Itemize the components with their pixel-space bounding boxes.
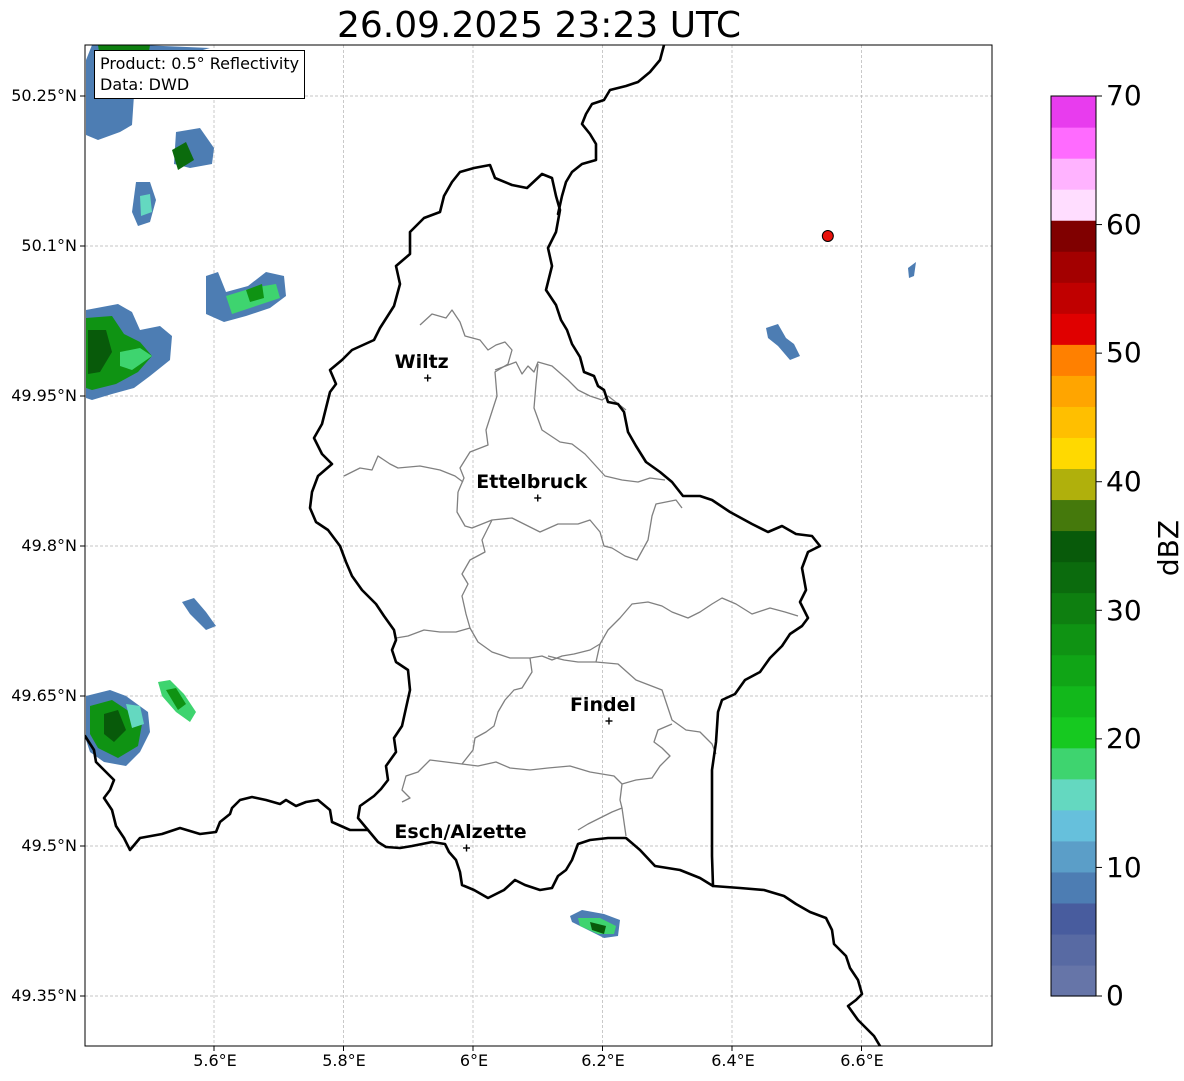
colorbar-segment — [1051, 251, 1096, 283]
canton-boundary — [456, 491, 683, 561]
colorbar-tick-60: 60 — [1106, 208, 1142, 241]
colorbar-tick-0: 0 — [1106, 979, 1124, 1012]
lon-label-6: 6°E — [459, 1051, 489, 1070]
colorbar-segment — [1051, 840, 1096, 873]
lon-label-6-2: 6.2°E — [581, 1051, 625, 1070]
colorbar-segment — [1051, 561, 1096, 594]
echo-cell — [182, 598, 216, 630]
colorbar-tick-30: 30 — [1106, 594, 1142, 627]
lat-label-50-25: 50.25°N — [11, 86, 77, 105]
colorbar-segment — [1051, 809, 1096, 842]
lat-label-49-95: 49.95°N — [11, 386, 77, 405]
colorbar-unit-label: dBZ — [1152, 519, 1184, 577]
axis-ticks — [80, 95, 862, 1051]
canton-boundary — [494, 361, 627, 411]
colorbar-tick-40: 40 — [1106, 465, 1142, 498]
colorbar-segment — [1051, 220, 1096, 252]
colorbar-segment — [1051, 716, 1096, 749]
lon-label-5-6: 5.6°E — [193, 1051, 237, 1070]
radar-map: Wiltz Ettelbruck Findel Esch/Alzette — [80, 44, 1102, 1051]
lat-label-50-1: 50.1°N — [21, 236, 77, 255]
national-borders — [85, 45, 882, 1046]
colorbar-tick-20: 20 — [1106, 722, 1142, 755]
colorbar-segment — [1051, 623, 1096, 656]
colorbar-segment — [1051, 158, 1096, 190]
canton-boundary — [533, 363, 666, 483]
canton-boundary — [461, 761, 623, 831]
data-source-label: Data: DWD — [100, 75, 190, 94]
france-border — [711, 884, 882, 1046]
city-label: Findel — [570, 694, 636, 716]
canton-boundary — [469, 597, 799, 661]
colorbar-segment — [1051, 778, 1096, 811]
canton-boundary — [343, 455, 464, 483]
colorbar-segment — [1051, 468, 1096, 501]
lat-label-49-65: 49.65°N — [11, 686, 77, 705]
colorbar-segment — [1051, 747, 1096, 780]
colorbar-segment — [1051, 189, 1096, 221]
colorbar-segment — [1051, 654, 1096, 687]
canton-boundary — [401, 657, 533, 803]
plot-frame — [84, 44, 993, 1047]
canton-boundary — [547, 643, 601, 663]
colorbar-segment — [1051, 871, 1096, 904]
colorbar-tick-10: 10 — [1106, 851, 1142, 884]
lon-label-6-6: 6.6°E — [840, 1051, 884, 1070]
city-label: Wiltz — [395, 351, 449, 373]
colorbar-segment — [1051, 964, 1096, 997]
colorbar-tick-50: 50 — [1106, 336, 1142, 369]
colorbar — [1050, 95, 1102, 997]
colorbar-segment — [1051, 96, 1096, 128]
colorbar-segment — [1051, 933, 1096, 966]
product-info-box: Product: 0.5° Reflectivity Data: DWD — [94, 50, 306, 99]
lon-label-6-4: 6.4°E — [711, 1051, 755, 1070]
product-label: Product: 0.5° Reflectivity — [100, 54, 300, 73]
canton-boundaries — [343, 309, 799, 837]
colorbar-segment — [1051, 282, 1096, 314]
luxembourg-border — [308, 163, 822, 900]
colorbar-segment — [1051, 592, 1096, 625]
germany-border — [556, 45, 666, 216]
colorbar-tick-70: 70 — [1106, 79, 1142, 112]
colorbar-segment — [1051, 375, 1096, 407]
colorbar-segment — [1051, 406, 1096, 438]
colorbar-segment — [1051, 685, 1096, 718]
lat-label-49-35: 49.35°N — [11, 986, 77, 1005]
colorbar-segment — [1051, 437, 1096, 470]
echo-cell — [766, 324, 800, 360]
canton-boundary — [621, 807, 627, 837]
canton-boundary — [395, 519, 493, 639]
lat-label-49-5: 49.5°N — [21, 836, 77, 855]
colorbar-segment — [1051, 313, 1096, 345]
lat-label-49-8: 49.8°N — [21, 536, 77, 555]
colorbar-segment — [1051, 902, 1096, 935]
canton-boundary — [621, 723, 673, 785]
radar-site-marker — [821, 230, 834, 242]
city-label: Esch/Alzette — [394, 821, 526, 843]
canton-boundary — [419, 309, 513, 493]
city-label: Ettelbruck — [476, 471, 587, 493]
lon-label-5-8: 5.8°E — [322, 1051, 366, 1070]
colorbar-segment — [1051, 530, 1096, 563]
colorbar-segment — [1051, 499, 1096, 532]
gridlines — [85, 45, 992, 1046]
colorbar-segment — [1051, 344, 1096, 376]
city-markers: Wiltz Ettelbruck Findel Esch/Alzette — [394, 351, 636, 852]
echo-cell — [908, 262, 916, 278]
colorbar-segment — [1051, 127, 1096, 159]
